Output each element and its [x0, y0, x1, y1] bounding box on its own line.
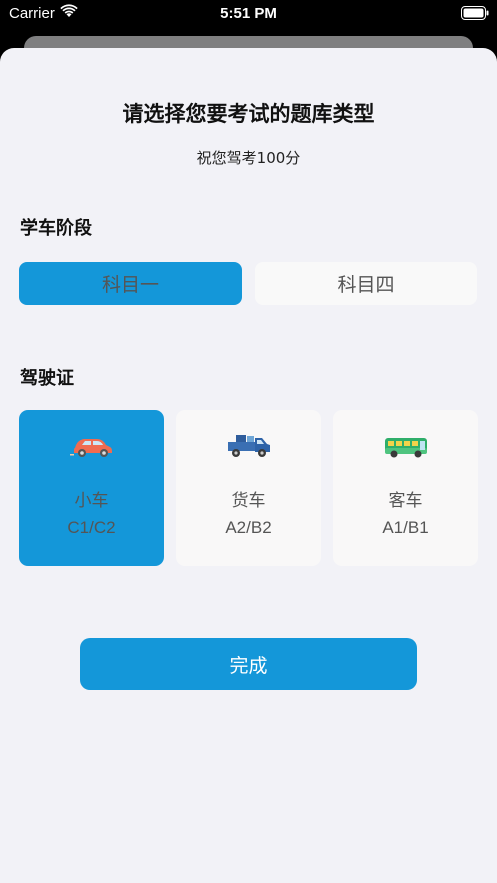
done-button[interactable]: 完成	[80, 638, 417, 690]
license-option-code: C1/C2	[67, 518, 116, 537]
stage-option-label: 科目一	[101, 274, 159, 296]
car-icon	[69, 434, 115, 460]
page-subtitle: 祝您驾考100分	[196, 149, 301, 167]
license-option-truck[interactable]: 货车 A2/B2	[176, 410, 321, 566]
license-option-name: 小车	[74, 491, 109, 511]
license-section-label: 驾驶证	[20, 368, 74, 389]
license-option-bus[interactable]: 客车 A1/B1	[333, 410, 478, 566]
license-option-car[interactable]: 小车 C1/C2	[19, 410, 164, 566]
battery-icon	[461, 6, 489, 24]
page-title: 请选择您要考试的题库类型	[122, 102, 375, 126]
license-option-name: 货车	[231, 491, 266, 511]
status-bar: Carrier 5:51 PM	[0, 0, 497, 30]
truck-icon	[226, 434, 272, 460]
question-bank-sheet: 请选择您要考试的题库类型 祝您驾考100分 学车阶段 科目一 科目四 驾驶证 小…	[0, 48, 497, 883]
stage-option-label: 科目四	[337, 274, 395, 296]
stage-section-label: 学车阶段	[20, 218, 92, 239]
license-option-code: A2/B2	[225, 518, 272, 537]
license-option-code: A1/B1	[382, 518, 429, 537]
license-option-name: 客车	[388, 491, 423, 511]
clock: 5:51 PM	[220, 5, 277, 22]
stage-option-subject-four[interactable]: 科目四	[255, 262, 477, 305]
bus-icon	[383, 434, 429, 460]
stage-option-subject-one[interactable]: 科目一	[19, 262, 242, 305]
